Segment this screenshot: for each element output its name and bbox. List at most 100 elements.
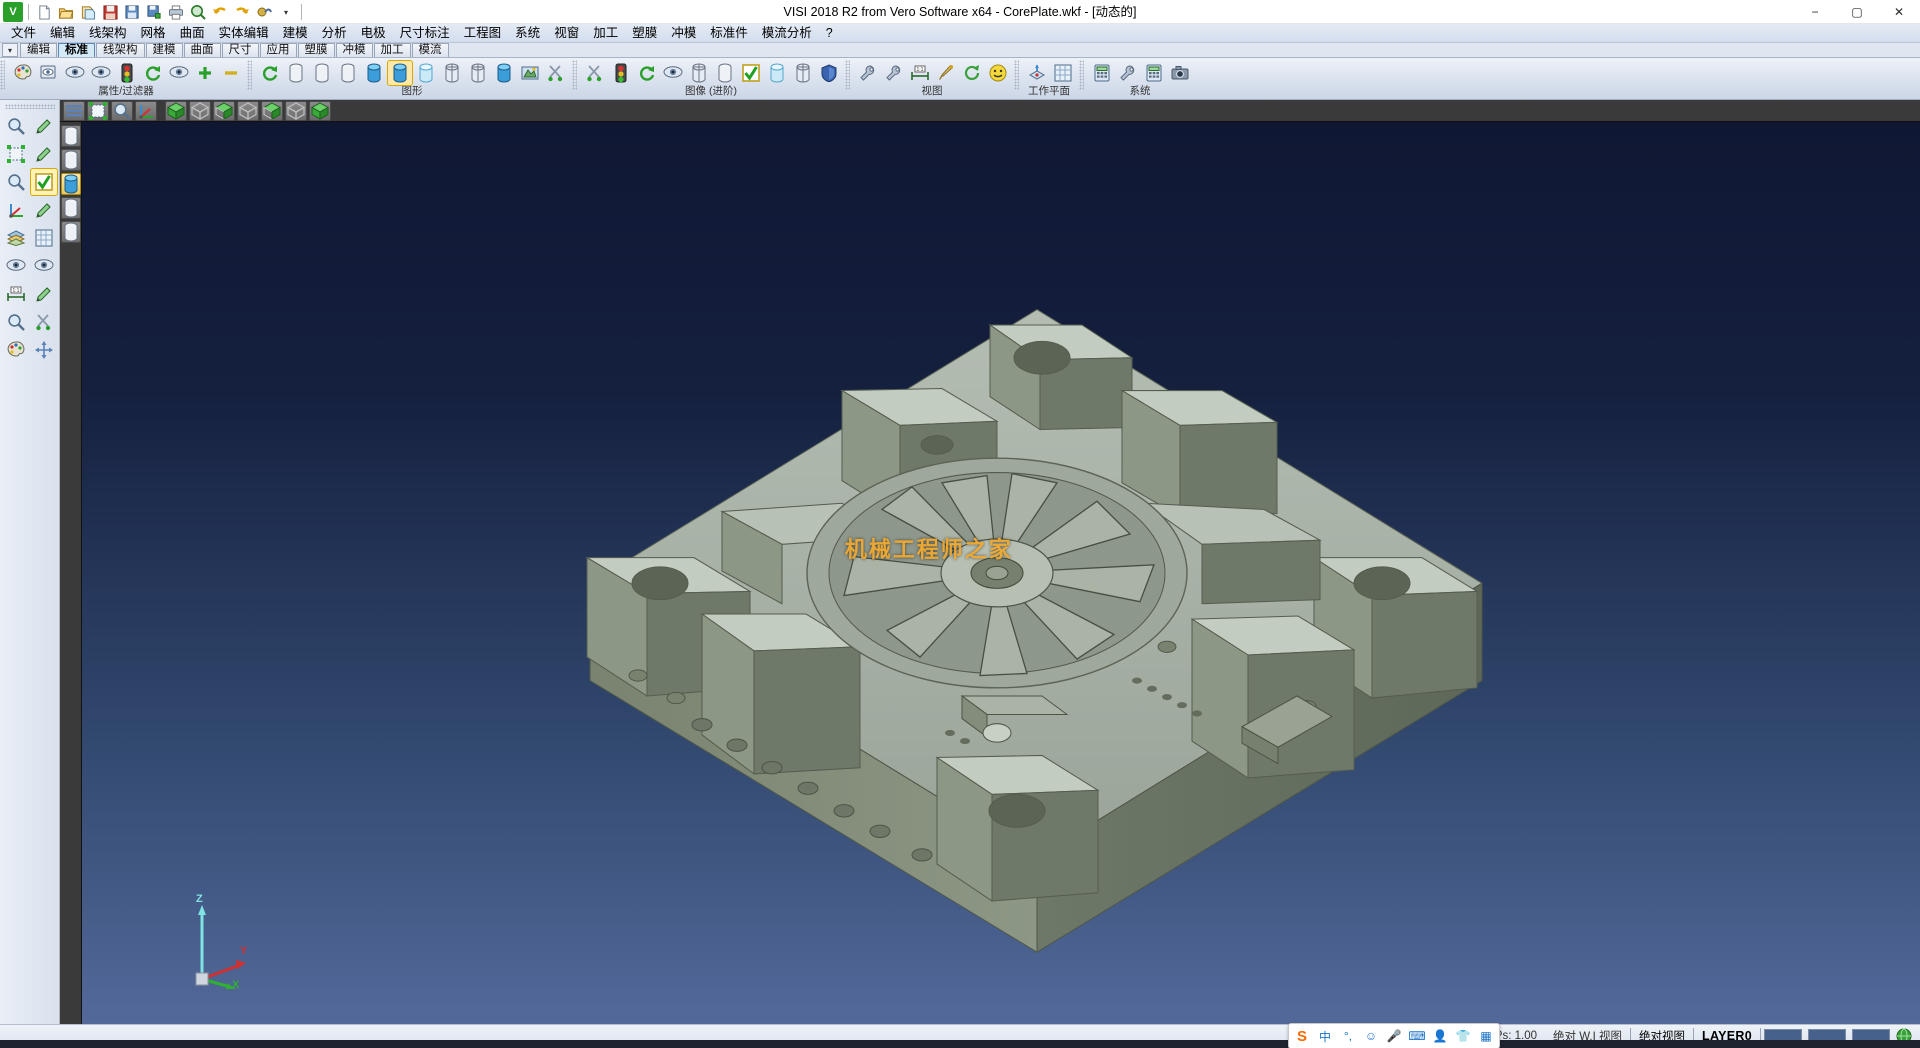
screenshot-icon[interactable] xyxy=(1168,61,1192,85)
visibility-toggle-icon[interactable] xyxy=(167,61,191,85)
menu-item-9[interactable]: 尺寸标注 xyxy=(393,24,457,43)
view-wireframe-box-icon[interactable] xyxy=(189,101,211,121)
menu-item-13[interactable]: 加工 xyxy=(586,24,625,43)
shade-style-icon[interactable] xyxy=(817,61,841,85)
cad-viewport[interactable]: 机械工程师之家 Z Y X xyxy=(82,122,1920,1024)
clip-plane-icon[interactable] xyxy=(713,61,737,85)
ribbon-tab-4[interactable]: 曲面 xyxy=(184,43,221,57)
system-settings-icon[interactable] xyxy=(1090,61,1114,85)
regenerate-icon[interactable] xyxy=(258,61,282,85)
rotate-icon[interactable] xyxy=(960,61,984,85)
grid-icon[interactable] xyxy=(31,225,57,251)
import-file-icon[interactable] xyxy=(78,2,98,22)
zoom-fit-icon[interactable]: 1:1 xyxy=(908,61,932,85)
user-icon[interactable]: 👤 xyxy=(1431,1027,1449,1045)
redo-icon[interactable] xyxy=(232,2,252,22)
menu-item-14[interactable]: 塑膜 xyxy=(625,24,664,43)
refresh-view-icon[interactable] xyxy=(141,61,165,85)
view-right-icon[interactable] xyxy=(261,101,283,121)
display-transparent-icon[interactable] xyxy=(61,197,81,219)
calculator-icon[interactable] xyxy=(1142,61,1166,85)
select-magnify-icon[interactable] xyxy=(3,113,29,139)
analysis-icon[interactable] xyxy=(3,309,29,335)
filter-icon[interactable] xyxy=(37,61,61,85)
menu-item-8[interactable]: 电极 xyxy=(354,24,393,43)
ribbon-tab-3[interactable]: 建模 xyxy=(146,43,183,57)
shaded-edges-icon[interactable] xyxy=(362,61,386,85)
hide-all-icon[interactable] xyxy=(219,61,243,85)
axis-tripod-icon[interactable] xyxy=(135,101,157,121)
ribbon-tab-0[interactable]: 编辑 xyxy=(20,43,57,57)
hidden-line-icon[interactable] xyxy=(310,61,334,85)
zoom-extents-icon[interactable] xyxy=(3,169,29,195)
menu-item-1[interactable]: 编辑 xyxy=(43,24,82,43)
chinese-mode-icon[interactable]: 中 xyxy=(1316,1027,1334,1045)
menu-item-11[interactable]: 系统 xyxy=(508,24,547,43)
save-icon[interactable] xyxy=(100,2,120,22)
annotate-icon[interactable] xyxy=(31,281,57,307)
ribbon-tab-10[interactable]: 模流 xyxy=(412,43,449,57)
render-save-icon[interactable] xyxy=(492,61,516,85)
undo-icon[interactable] xyxy=(210,2,230,22)
system-config-icon[interactable] xyxy=(1116,61,1140,85)
overflow-chevron-icon[interactable]: ▾ xyxy=(276,2,296,22)
ribbon-tab-9[interactable]: 加工 xyxy=(374,43,411,57)
display-hidden-icon[interactable] xyxy=(61,149,81,171)
zoom-tool-icon[interactable] xyxy=(111,101,133,121)
print-icon[interactable] xyxy=(166,2,186,22)
attributes-icon[interactable] xyxy=(11,61,35,85)
tab-overflow-chevron-icon[interactable]: ▾ xyxy=(2,43,18,57)
menu-item-4[interactable]: 曲面 xyxy=(173,24,212,43)
settings-icon[interactable] xyxy=(254,2,274,22)
traffic-light-advanced-icon[interactable] xyxy=(609,61,633,85)
soft-keyboard-icon[interactable]: ⌨ xyxy=(1408,1027,1426,1045)
menu-item-10[interactable]: 工程图 xyxy=(457,24,509,43)
shaded-wire-icon[interactable] xyxy=(440,61,464,85)
menu-item-18[interactable]: ? xyxy=(819,24,840,43)
view-shaded-icon[interactable] xyxy=(309,101,331,121)
ribbon-tab-5[interactable]: 尺寸 xyxy=(222,43,259,57)
left-palette-grip[interactable] xyxy=(5,104,55,109)
menu-item-12[interactable]: 视窗 xyxy=(547,24,586,43)
list-view-icon[interactable] xyxy=(63,101,85,121)
menu-item-16[interactable]: 标准件 xyxy=(703,24,755,43)
wireframe-icon[interactable] xyxy=(284,61,308,85)
close-button[interactable]: ✕ xyxy=(1878,0,1920,24)
transparency-level-icon[interactable] xyxy=(765,61,789,85)
new-file-icon[interactable] xyxy=(34,2,54,22)
menu-item-7[interactable]: 分析 xyxy=(315,24,354,43)
quality-check-icon[interactable] xyxy=(739,61,763,85)
menu-item-17[interactable]: 模流分析 xyxy=(755,24,819,43)
dynamic-section-icon[interactable] xyxy=(687,61,711,85)
minimize-button[interactable]: − xyxy=(1794,0,1836,24)
check-green-icon[interactable] xyxy=(31,169,57,195)
fit-window-icon[interactable] xyxy=(87,101,109,121)
menu-item-5[interactable]: 实体编辑 xyxy=(212,24,276,43)
workplane-manager-icon[interactable] xyxy=(1051,61,1075,85)
menu-item-15[interactable]: 冲模 xyxy=(664,24,703,43)
traffic-light-icon[interactable] xyxy=(115,61,139,85)
select-window-icon[interactable] xyxy=(3,141,29,167)
menu-item-3[interactable]: 网格 xyxy=(134,24,173,43)
section-tool-icon[interactable] xyxy=(31,309,57,335)
visibility-advanced-icon[interactable] xyxy=(661,61,685,85)
ribbon-tab-6[interactable]: 应用 xyxy=(260,43,297,57)
pan-icon[interactable] xyxy=(934,61,958,85)
render-off-icon[interactable] xyxy=(544,61,568,85)
render-options-icon[interactable] xyxy=(518,61,542,85)
save-all-icon[interactable] xyxy=(144,2,164,22)
properties-icon[interactable] xyxy=(3,337,29,363)
refresh-advanced-icon[interactable] xyxy=(635,61,659,85)
save-as-icon[interactable] xyxy=(122,2,142,22)
display-section-icon[interactable] xyxy=(61,221,81,243)
draw-line-icon[interactable] xyxy=(31,113,57,139)
draw-curve-icon[interactable] xyxy=(31,141,57,167)
ribbon-tab-8[interactable]: 冲模 xyxy=(336,43,373,57)
shaded-icon[interactable] xyxy=(388,61,412,85)
maximize-button[interactable]: ▢ xyxy=(1836,0,1878,24)
view-top-icon[interactable] xyxy=(213,101,235,121)
hidden-line-dashed-icon[interactable] xyxy=(336,61,360,85)
blank-icon[interactable] xyxy=(3,253,29,279)
print-preview-icon[interactable] xyxy=(188,2,208,22)
sogou-logo-icon[interactable]: S xyxy=(1293,1027,1311,1045)
